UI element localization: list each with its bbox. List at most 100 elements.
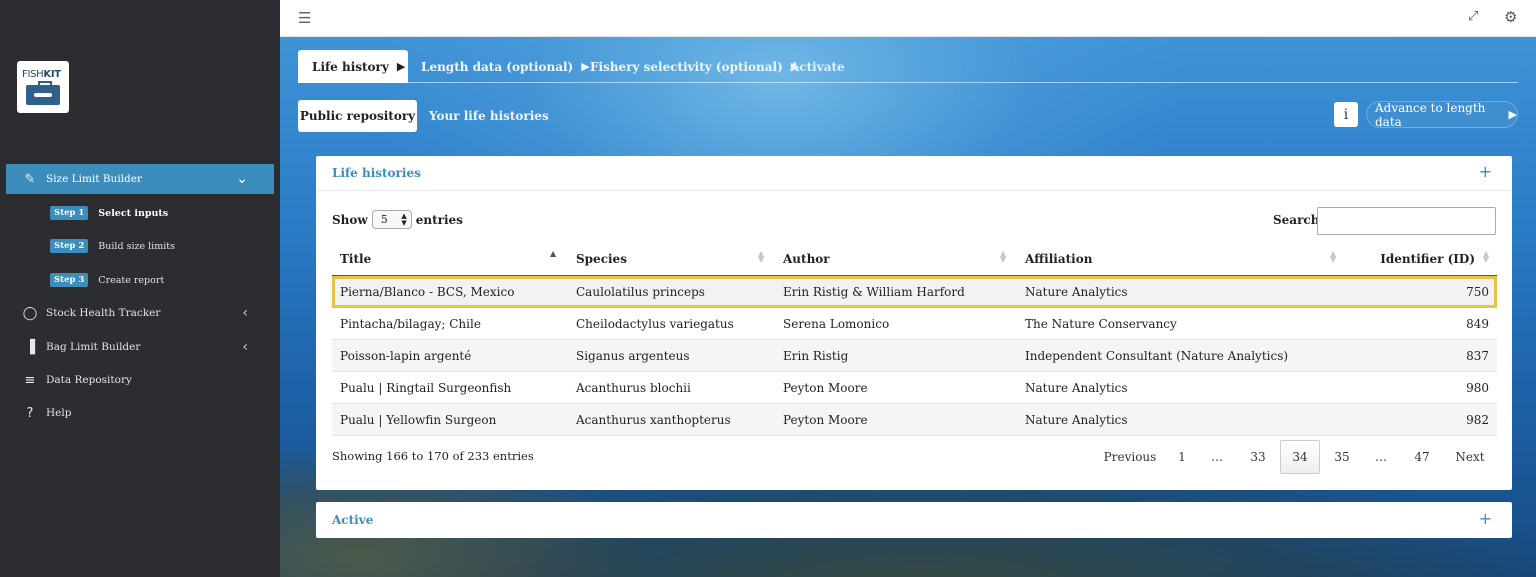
sidebar: FISHKIT ✎ Size Limit Builder ⌄ Step 1 Se… bbox=[0, 0, 280, 577]
pagination-ellipsis: … bbox=[1375, 450, 1387, 464]
sidebar-step-create-report[interactable]: Step 3 Create report bbox=[50, 272, 164, 288]
question-icon: ? bbox=[26, 405, 34, 421]
ruler-icon: ✎ bbox=[24, 171, 36, 187]
tab-activate[interactable]: Activate bbox=[790, 50, 845, 83]
tab-life-history[interactable]: Life history ▶ bbox=[298, 50, 408, 83]
column-header-affiliation[interactable]: Affiliation bbox=[1025, 252, 1092, 266]
sidebar-item-data-repository[interactable]: ≡ Data Repository bbox=[6, 365, 274, 395]
sidebar-item-bag-limit-builder[interactable]: ▐ Bag Limit Builder ‹ bbox=[6, 332, 274, 362]
sidebar-item-stock-health-tracker[interactable]: ◯ Stock Health Tracker ‹ bbox=[6, 298, 274, 328]
cell-author: Erin Ristig bbox=[783, 349, 849, 363]
step-badge: Step 3 bbox=[50, 273, 89, 287]
play-icon: ▶ bbox=[396, 60, 406, 73]
chevron-down-icon: ⌄ bbox=[236, 171, 248, 187]
hamburger-menu-icon[interactable]: ☰ bbox=[298, 9, 311, 27]
cell-identifier: 849 bbox=[1466, 317, 1489, 331]
advance-to-length-data-button[interactable]: Advance to length data ▶ bbox=[1366, 101, 1518, 129]
tab-fishery-selectivity[interactable]: Fishery selectivity (optional) ▶ bbox=[590, 50, 799, 83]
cell-author: Serena Lomonico bbox=[783, 317, 890, 331]
cell-species: Cheilodactylus variegatus bbox=[576, 317, 734, 331]
expand-plus-icon[interactable]: + bbox=[1479, 509, 1492, 528]
sort-icon: ▲ ▼ bbox=[1482, 249, 1489, 264]
cell-affiliation: Nature Analytics bbox=[1025, 381, 1128, 395]
circle-notch-icon: ◯ bbox=[22, 305, 38, 321]
step-badge: Step 1 bbox=[50, 206, 89, 220]
entries-length-control: Show 5 ▲ ▼ entries bbox=[332, 210, 463, 229]
entries-select-value: 5 bbox=[380, 213, 388, 226]
pagination-previous[interactable]: Previous bbox=[1098, 440, 1162, 474]
tab-label: Life history bbox=[312, 59, 389, 74]
pagination-page[interactable]: 47 bbox=[1406, 440, 1438, 474]
chevron-left-icon: ‹ bbox=[242, 339, 248, 355]
life-histories-table: Title ▲ Species ▲ ▼ Author ▲ ▼ Affiliation… bbox=[332, 241, 1497, 436]
pagination-page[interactable]: 1 bbox=[1169, 440, 1195, 474]
search-input[interactable] bbox=[1317, 207, 1496, 235]
sort-icon: ▲ ▼ bbox=[758, 249, 765, 264]
active-panel: Active + bbox=[316, 502, 1512, 538]
pagination-next[interactable]: Next bbox=[1448, 440, 1492, 474]
cell-affiliation: Nature Analytics bbox=[1025, 413, 1128, 427]
sort-ascending-icon: ▲ bbox=[550, 249, 557, 258]
bar-chart-icon: ▐ bbox=[25, 339, 35, 355]
subtab-public-repository[interactable]: Public repository bbox=[298, 100, 417, 132]
panel-title: Life histories bbox=[332, 166, 421, 180]
sidebar-item-label: Size Limit Builder bbox=[46, 173, 142, 185]
cell-affiliation: Nature Analytics bbox=[1025, 285, 1128, 299]
workflow-tabs: Life history ▶ Length data (optional) ▶ … bbox=[298, 50, 1518, 83]
tab-label: Activate bbox=[790, 59, 845, 74]
sidebar-step-build-size-limits[interactable]: Step 2 Build size limits bbox=[50, 238, 175, 254]
column-header-identifier[interactable]: Identifier (ID) bbox=[1380, 252, 1475, 266]
fullscreen-icon[interactable]: ⤢ bbox=[1468, 9, 1478, 24]
gear-icon[interactable]: ⚙ bbox=[1504, 8, 1517, 26]
cell-identifier: 980 bbox=[1466, 381, 1489, 395]
cell-species: Siganus argenteus bbox=[576, 349, 690, 363]
subtab-your-life-histories[interactable]: Your life histories bbox=[429, 100, 549, 132]
top-bar: ☰ ⤢ ⚙ bbox=[280, 0, 1536, 37]
main-content: Life history ▶ Length data (optional) ▶ … bbox=[280, 37, 1536, 577]
column-header-species[interactable]: Species bbox=[576, 252, 627, 266]
table-row[interactable]: Pierna/Blanco - BCS, Mexico Caulolatilus… bbox=[332, 276, 1497, 308]
expand-plus-icon[interactable]: + bbox=[1479, 162, 1492, 181]
step-label: Build size limits bbox=[98, 240, 175, 252]
cell-species: Acanthurus blochii bbox=[576, 381, 691, 395]
pagination-page[interactable]: 33 bbox=[1242, 440, 1274, 474]
sidebar-item-label: Bag Limit Builder bbox=[46, 341, 141, 353]
cell-affiliation: The Nature Conservancy bbox=[1025, 317, 1177, 331]
tab-label: Length data (optional) bbox=[421, 59, 574, 74]
panel-title: Active bbox=[332, 513, 374, 527]
table-row[interactable]: Pintacha/bilagay; Chile Cheilodactylus v… bbox=[332, 308, 1497, 340]
column-header-author[interactable]: Author bbox=[783, 252, 830, 266]
sidebar-item-size-limit-builder[interactable]: ✎ Size Limit Builder ⌄ bbox=[6, 164, 274, 194]
pagination-ellipsis: … bbox=[1211, 450, 1223, 464]
panel-header: Life histories + bbox=[316, 156, 1512, 191]
pagination-page-current[interactable]: 34 bbox=[1280, 440, 1320, 474]
cell-title: Poisson-lapin argenté bbox=[340, 349, 472, 363]
fishkit-logo[interactable]: FISHKIT bbox=[17, 61, 69, 113]
table-row[interactable]: Pualu | Ringtail Surgeonfish Acanthurus … bbox=[332, 372, 1497, 404]
sort-icon: ▲ ▼ bbox=[1330, 249, 1337, 264]
table-row[interactable]: Pualu | Yellowfin Surgeon Acanthurus xan… bbox=[332, 404, 1497, 436]
sidebar-item-help[interactable]: ? Help bbox=[6, 398, 274, 428]
database-icon: ≡ bbox=[24, 372, 36, 388]
info-button[interactable]: i bbox=[1334, 102, 1358, 127]
cell-identifier: 750 bbox=[1466, 285, 1489, 299]
entries-select[interactable]: 5 ▲ ▼ bbox=[371, 210, 412, 229]
pagination-page[interactable]: 35 bbox=[1326, 440, 1358, 474]
cell-title: Pualu | Yellowfin Surgeon bbox=[340, 413, 497, 427]
select-arrows-icon: ▲ ▼ bbox=[401, 211, 407, 227]
cell-title: Pierna/Blanco - BCS, Mexico bbox=[340, 285, 515, 299]
play-icon: ▶ bbox=[1508, 108, 1517, 121]
logo-text-fish: FISH bbox=[22, 69, 44, 80]
sidebar-step-select-inputs[interactable]: Step 1 Select inputs bbox=[50, 205, 168, 221]
table-row[interactable]: Poisson-lapin argenté Siganus argenteus … bbox=[332, 340, 1497, 372]
logo-text-kit: KIT bbox=[43, 69, 61, 80]
cell-identifier: 837 bbox=[1466, 349, 1489, 363]
sidebar-item-label: Data Repository bbox=[46, 374, 132, 386]
tab-length-data[interactable]: Length data (optional) ▶ bbox=[421, 50, 590, 83]
life-histories-panel: Life histories + Show 5 ▲ ▼ entries Searc… bbox=[316, 156, 1512, 490]
sidebar-item-label: Help bbox=[46, 407, 72, 419]
tab-label: Fishery selectivity (optional) bbox=[590, 59, 783, 74]
cell-title: Pintacha/bilagay; Chile bbox=[340, 317, 481, 331]
column-header-title[interactable]: Title bbox=[340, 252, 371, 266]
cell-species: Acanthurus xanthopterus bbox=[576, 413, 731, 427]
